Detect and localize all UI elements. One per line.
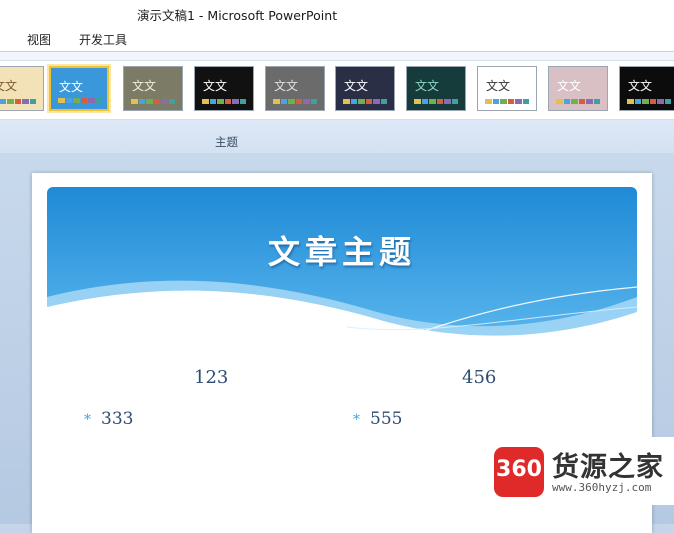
theme-thumbnail-text: 文文: [274, 79, 299, 93]
theme-thumbnail-text: 文文: [415, 79, 440, 93]
theme-thumbnail[interactable]: 文文: [477, 66, 537, 111]
theme-thumbnail[interactable]: 文文: [619, 66, 674, 111]
watermark: 360 货源之家 www.360hyzj.com: [486, 437, 674, 505]
title-banner: 文章主题: [47, 187, 637, 347]
menu-bar: 视图 开发工具: [0, 24, 674, 51]
theme-color-swatches: [556, 99, 600, 104]
left-bullet-text: 333: [101, 409, 134, 429]
theme-color-swatches: [58, 98, 102, 103]
watermark-url: www.360hyzj.com: [552, 481, 652, 494]
theme-color-swatches: [202, 99, 246, 104]
theme-color-swatches: [0, 99, 36, 104]
theme-color-swatches: [131, 99, 175, 104]
theme-color-swatches: [414, 99, 458, 104]
menu-developer[interactable]: 开发工具: [79, 31, 127, 48]
theme-color-swatches: [627, 99, 671, 104]
theme-thumbnail[interactable]: 文文: [123, 66, 183, 111]
ribbon: 文文 文文 文文 文文 文文 文文 文文 文文 文文 文文 主题: [0, 51, 674, 154]
theme-thumbnail-text: 文文: [59, 80, 84, 94]
theme-thumbnail[interactable]: 文文: [548, 66, 608, 111]
theme-gallery: 文文 文文 文文 文文 文文 文文 文文 文文 文文 文文: [0, 60, 674, 120]
theme-color-swatches: [485, 99, 529, 104]
theme-thumbnail-text: 文文: [0, 79, 18, 93]
theme-thumbnail[interactable]: 文文: [194, 66, 254, 111]
menu-view[interactable]: 视图: [27, 31, 51, 48]
window-title: 演示文稿1 - Microsoft PowerPoint: [137, 8, 338, 23]
themes-group-label: 主题: [215, 135, 238, 149]
right-bullet-item[interactable]: * 555: [353, 409, 402, 429]
theme-thumbnail[interactable]: 文文: [0, 66, 44, 111]
logo-360-icon: 360: [494, 447, 544, 497]
theme-thumbnail-text: 文文: [203, 79, 228, 93]
theme-color-swatches: [343, 99, 387, 104]
bullet-icon: *: [353, 412, 360, 428]
left-column-header[interactable]: 123: [194, 367, 228, 388]
theme-thumbnail[interactable]: 文文: [265, 66, 325, 111]
title-bar: 演示文稿1 - Microsoft PowerPoint: [0, 0, 674, 24]
theme-thumbnail[interactable]: 文文: [49, 66, 109, 111]
watermark-name: 货源之家: [552, 452, 664, 483]
theme-thumbnail[interactable]: 文文: [406, 66, 466, 111]
theme-thumbnail-text: 文文: [557, 79, 582, 93]
theme-thumbnail-text: 文文: [628, 79, 653, 93]
theme-thumbnail-text: 文文: [344, 79, 369, 93]
theme-color-swatches: [273, 99, 317, 104]
slide-title[interactable]: 文章主题: [47, 227, 637, 273]
logo-text: 360: [496, 457, 542, 482]
left-bullet-item[interactable]: * 333: [84, 409, 133, 429]
theme-thumbnail[interactable]: 文文: [335, 66, 395, 111]
right-column-header[interactable]: 456: [462, 367, 496, 388]
theme-thumbnail-text: 文文: [132, 79, 157, 93]
theme-thumbnail-text: 文文: [486, 79, 511, 93]
bullet-icon: *: [84, 412, 91, 428]
right-bullet-text: 555: [370, 409, 403, 429]
